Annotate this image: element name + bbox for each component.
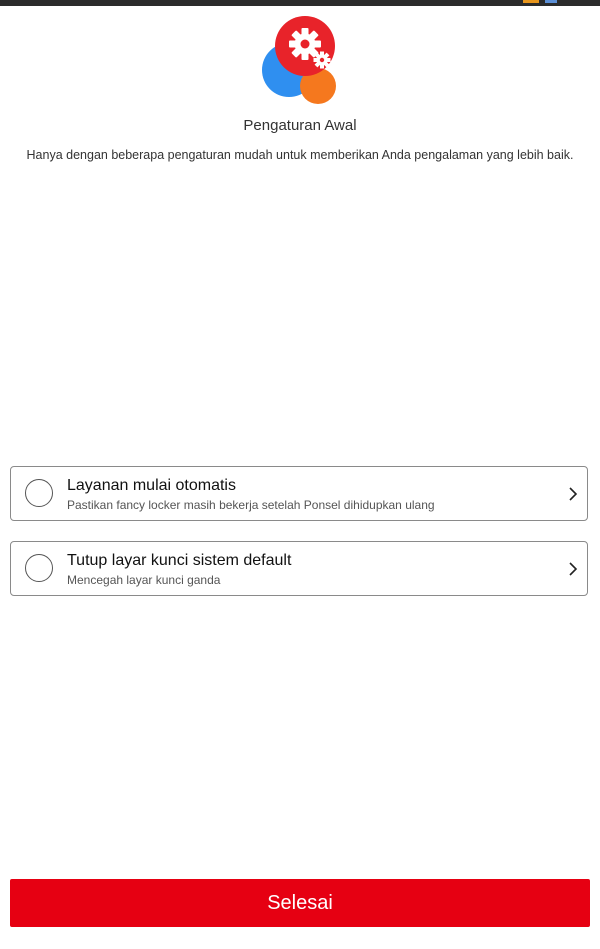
settings-gear-icon bbox=[262, 16, 336, 104]
chevron-right-icon bbox=[569, 487, 578, 501]
option-close-default-lockscreen[interactable]: Tutup layar kunci sistem default Mencega… bbox=[10, 541, 588, 596]
status-bar bbox=[0, 0, 600, 6]
battery-icon bbox=[545, 0, 557, 3]
page-title: Pengaturan Awal bbox=[243, 117, 357, 134]
notification-icon bbox=[523, 0, 539, 3]
option-description: Pastikan fancy locker masih bekerja sete… bbox=[67, 498, 435, 512]
radio-button[interactable] bbox=[25, 479, 53, 507]
page-subtitle: Hanya dengan beberapa pengaturan mudah u… bbox=[26, 148, 574, 162]
option-description: Mencegah layar kunci ganda bbox=[67, 573, 221, 587]
option-title: Tutup layar kunci sistem default bbox=[67, 552, 292, 569]
option-title: Layanan mulai otomatis bbox=[67, 477, 236, 494]
done-button[interactable]: Selesai bbox=[10, 879, 590, 927]
option-auto-start-service[interactable]: Layanan mulai otomatis Pastikan fancy lo… bbox=[10, 466, 588, 521]
chevron-right-icon bbox=[569, 562, 578, 576]
app-logo bbox=[260, 14, 340, 108]
radio-button[interactable] bbox=[25, 554, 53, 582]
